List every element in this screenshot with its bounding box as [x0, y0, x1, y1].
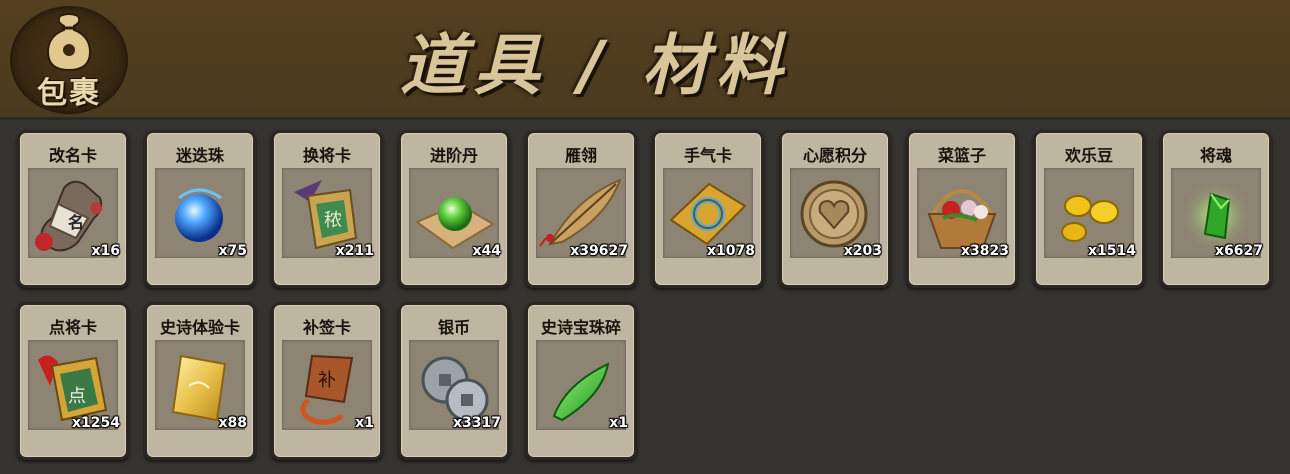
item-count: x211 [335, 243, 374, 259]
item-card-rename[interactable]: 改名卡 名 x16 [17, 130, 129, 288]
item-name: 史诗宝珠碎 [540, 318, 621, 337]
svg-text:点: 点 [68, 386, 86, 407]
bag-icon [46, 13, 92, 72]
item-count: x44 [472, 243, 501, 259]
item-card-gold-beans[interactable]: 欢乐豆 x1514 [1033, 130, 1145, 288]
item-name: 改名卡 [48, 146, 97, 165]
item-name: 进阶丹 [429, 146, 478, 165]
item-count: x203 [843, 243, 882, 259]
item-name: 菜篮子 [937, 146, 986, 165]
item-card-swap-general[interactable]: 换将卡 秾 x211 [271, 130, 383, 288]
item-count: x1514 [1088, 243, 1136, 259]
item-count: x1 [609, 415, 628, 431]
item-name: 将魂 [1199, 146, 1232, 165]
svg-text:秾: 秾 [324, 210, 342, 231]
item-card-makeup-signin[interactable]: 补签卡 补 x1 [271, 302, 383, 460]
svg-text:名: 名 [68, 213, 84, 232]
bag-logo-text: 包裹 [37, 76, 101, 111]
item-count: x16 [91, 243, 120, 259]
item-count: x1078 [707, 243, 755, 259]
item-card-general-soul[interactable]: 将魂 x6627 [1160, 130, 1272, 288]
item-name: 史诗体验卡 [159, 318, 240, 337]
item-card-advance-pill[interactable]: 进阶丹 x44 [398, 130, 510, 288]
item-count: x1254 [72, 415, 120, 431]
item-card-pick-general[interactable]: 点将卡 点 x1254 [17, 302, 129, 460]
item-name: 银币 [437, 318, 470, 337]
item-name: 补签卡 [302, 318, 351, 337]
item-count: x3317 [453, 415, 501, 431]
item-card-luck[interactable]: 手气卡 x1078 [652, 130, 764, 288]
header-bar: 包裹 道具 / 材料 [0, 0, 1290, 120]
item-name: 心愿积分 [802, 146, 867, 165]
item-name: 迷迭珠 [175, 146, 224, 165]
item-name: 换将卡 [302, 146, 351, 165]
item-name: 欢乐豆 [1064, 146, 1113, 165]
item-card-blue-orb[interactable]: 迷迭珠 x75 [144, 130, 256, 288]
page-title: 道具 / 材料 [400, 27, 791, 104]
bag-logo[interactable]: 包裹 [10, 6, 128, 114]
item-card-basket[interactable]: 菜篮子 x3823 [906, 130, 1018, 288]
item-name: 手气卡 [683, 146, 732, 165]
item-count: x88 [218, 415, 247, 431]
item-card-wish-points[interactable]: 心愿积分 x203 [779, 130, 891, 288]
item-card-epic-trial[interactable]: 史诗体验卡 x88 [144, 302, 256, 460]
item-count: x3823 [961, 243, 1009, 259]
item-name: 雁翎 [564, 146, 597, 165]
item-count: x1 [355, 415, 374, 431]
item-count: x75 [218, 243, 247, 259]
item-count: x6627 [1215, 243, 1263, 259]
item-count: x39627 [570, 243, 628, 259]
item-card-silver-coin[interactable]: 银币 x3317 [398, 302, 510, 460]
svg-text:补: 补 [318, 370, 336, 391]
item-name: 点将卡 [48, 318, 97, 337]
item-card-feather[interactable]: 雁翎 x39627 [525, 130, 637, 288]
item-card-epic-orb-shard[interactable]: 史诗宝珠碎 x1 [525, 302, 637, 460]
